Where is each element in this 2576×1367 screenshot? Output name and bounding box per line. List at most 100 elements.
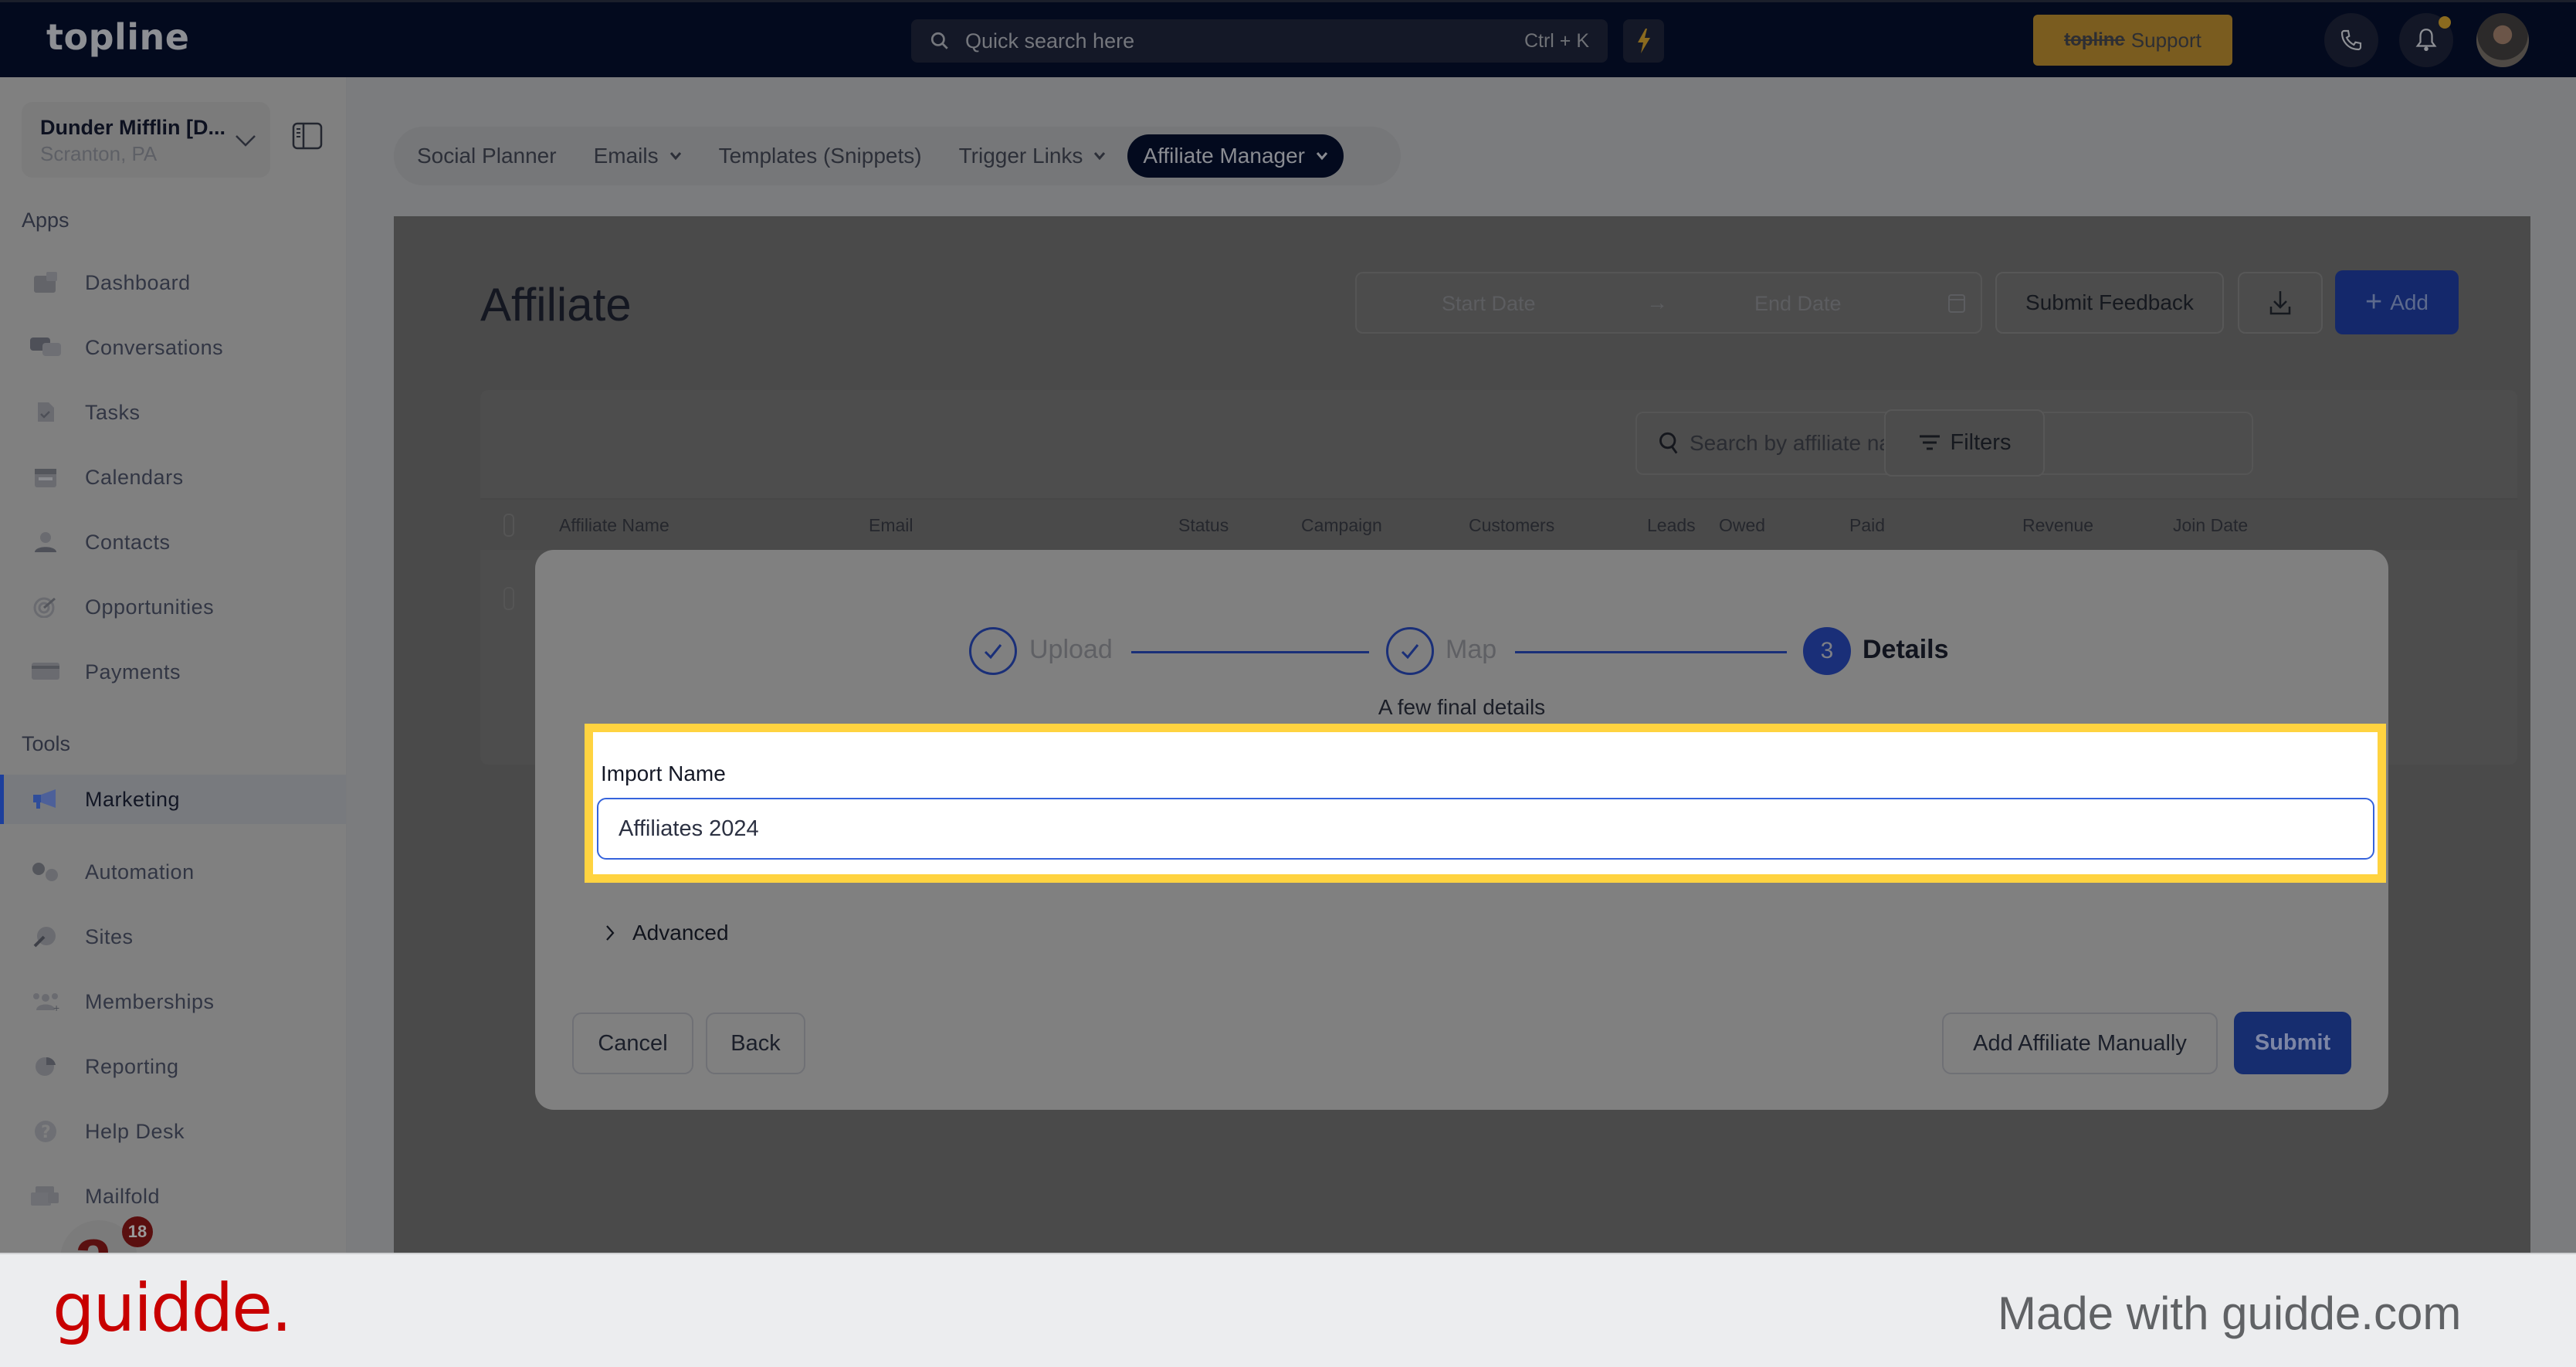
user-avatar[interactable] [2476, 13, 2529, 67]
column-customers[interactable]: Customers [1469, 515, 1554, 536]
add-button[interactable]: + Add [2335, 270, 2459, 334]
sidebar-item-automation[interactable]: Automation [0, 841, 346, 903]
column-paid[interactable]: Paid [1849, 515, 1885, 536]
submit-feedback-button[interactable]: Submit Feedback [1995, 272, 2224, 334]
sidebar-toggle-icon[interactable] [292, 122, 323, 150]
column-leads[interactable]: Leads [1647, 515, 1696, 536]
step-details-current: 3 [1803, 627, 1851, 675]
question-icon: ? [29, 1118, 62, 1145]
tab-affiliate-manager[interactable]: Affiliate Manager [1127, 134, 1344, 178]
sidebar-item-sites[interactable]: Sites [0, 906, 346, 968]
end-date-input[interactable]: End Date [1754, 292, 1842, 316]
column-owed[interactable]: Owed [1719, 515, 1765, 536]
back-button[interactable]: Back [706, 1013, 805, 1074]
step-details-label: Details [1863, 635, 1949, 664]
gears-icon [29, 858, 62, 886]
step-upload-done [969, 627, 1017, 675]
filters-button[interactable]: Filters [1884, 409, 2045, 477]
support-button[interactable]: topline Support [2033, 15, 2232, 66]
phone-icon [2340, 29, 2362, 51]
table-header-row: Affiliate Name Email Status Campaign Cus… [480, 498, 2517, 550]
highlight-frame: Import Name [585, 724, 2386, 883]
row-checkbox[interactable] [503, 587, 514, 610]
user-icon [29, 528, 62, 556]
svg-text:+: + [53, 1002, 59, 1012]
guidde-footer: guidde. Made with guidde.com [0, 1253, 2576, 1367]
column-status[interactable]: Status [1178, 515, 1229, 536]
target-icon [29, 593, 62, 621]
location-switcher[interactable]: Dunder Mifflin [D... Scranton, PA [22, 102, 270, 178]
mailbox-icon [29, 1182, 62, 1210]
select-all-checkbox[interactable] [503, 514, 514, 537]
plus-icon: + [2364, 286, 2383, 318]
sidebar-item-memberships[interactable]: + Memberships [0, 971, 346, 1033]
arrow-right-icon: → [1646, 290, 1668, 314]
chevron-down-icon [1094, 152, 1106, 161]
chevron-down-icon [1316, 152, 1328, 161]
chevron-down-icon [236, 135, 256, 147]
tools-section-label: Tools [22, 732, 71, 755]
credit-card-icon [29, 658, 62, 686]
sidebar-item-dashboard[interactable]: Dashboard [0, 252, 346, 314]
users-plus-icon: + [29, 988, 62, 1016]
column-join-date[interactable]: Join Date [2173, 515, 2248, 536]
location-name: Dunder Mifflin [D... [40, 116, 225, 139]
search-icon [1659, 432, 1678, 454]
column-email[interactable]: Email [869, 515, 913, 536]
sidebar-item-opportunities[interactable]: Opportunities [0, 576, 346, 638]
sidebar: Dunder Mifflin [D... Scranton, PA Apps D… [0, 77, 347, 1297]
sidebar-item-contacts[interactable]: Contacts [0, 511, 346, 573]
dashboard-icon [29, 269, 62, 297]
date-range-picker[interactable]: Start Date → End Date [1355, 272, 1982, 334]
step-map-done [1386, 627, 1434, 675]
tab-trigger-links[interactable]: Trigger Links [959, 144, 1107, 168]
made-with-text: Made with guidde.com [1998, 1287, 2462, 1339]
column-campaign[interactable]: Campaign [1301, 515, 1382, 536]
download-button[interactable] [2238, 272, 2323, 334]
marketing-tab-bar: Social Planner Emails Templates (Snippet… [394, 127, 1401, 185]
phone-button[interactable] [2324, 13, 2378, 67]
support-brand: topline [2064, 29, 2125, 50]
page-title: Affiliate [480, 279, 632, 331]
sidebar-item-mailfold[interactable]: Mailfold [0, 1165, 346, 1227]
check-icon [1401, 644, 1419, 660]
filter-icon [1919, 435, 1940, 449]
widget-badge: 18 [122, 1216, 153, 1247]
sidebar-item-conversations[interactable]: Conversations [0, 317, 346, 378]
submit-button[interactable]: Submit [2234, 1012, 2351, 1074]
column-revenue[interactable]: Revenue [2022, 515, 2093, 536]
tab-emails[interactable]: Emails [594, 144, 682, 168]
sidebar-item-help-desk[interactable]: ? Help Desk [0, 1101, 346, 1162]
import-name-label: Import Name [601, 762, 726, 785]
tab-templates[interactable]: Templates (Snippets) [719, 144, 922, 168]
quick-search-input[interactable]: Quick search here Ctrl + K [911, 19, 1608, 63]
topline-logo[interactable]: topline [46, 16, 190, 58]
sidebar-item-reporting[interactable]: Reporting [0, 1036, 346, 1097]
chevron-down-icon [669, 152, 681, 161]
add-affiliate-manually-button[interactable]: Add Affiliate Manually [1942, 1013, 2218, 1074]
step-subtitle: A few final details [1378, 695, 1546, 719]
location-subtitle: Scranton, PA [40, 142, 158, 165]
globe-icon [29, 923, 62, 951]
chat-icon [29, 334, 62, 361]
sidebar-item-payments[interactable]: Payments [0, 641, 346, 703]
chevron-right-icon [606, 925, 615, 941]
advanced-toggle[interactable]: Advanced [605, 921, 729, 945]
step-connector [1515, 651, 1787, 653]
search-icon [930, 32, 948, 49]
check-icon [984, 644, 1002, 660]
column-affiliate-name[interactable]: Affiliate Name [559, 515, 669, 536]
quick-actions-button[interactable] [1623, 19, 1664, 63]
sidebar-item-tasks[interactable]: Tasks [0, 382, 346, 443]
calendar-icon [29, 463, 62, 491]
start-date-input[interactable]: Start Date [1442, 292, 1536, 316]
tab-social-planner[interactable]: Social Planner [417, 144, 557, 168]
notification-dot [2439, 16, 2451, 29]
megaphone-icon [29, 785, 62, 813]
lightning-icon [1637, 29, 1650, 53]
import-name-input[interactable] [597, 798, 2374, 860]
cancel-button[interactable]: Cancel [572, 1013, 693, 1074]
sidebar-item-calendars[interactable]: Calendars [0, 446, 346, 508]
sidebar-item-marketing[interactable]: Marketing [0, 775, 346, 824]
step-upload-label: Upload [1029, 635, 1113, 664]
